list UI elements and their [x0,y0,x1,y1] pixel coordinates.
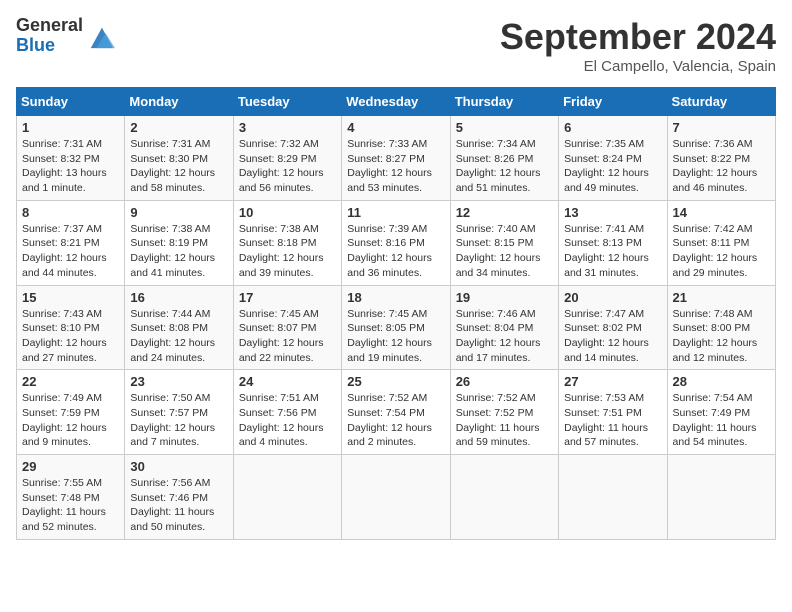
calendar-day: 18Sunrise: 7:45 AM Sunset: 8:05 PM Dayli… [342,285,450,370]
weekday-header: Monday [125,88,233,116]
logo-text: General Blue [16,16,83,56]
calendar-day: 4Sunrise: 7:33 AM Sunset: 8:27 PM Daylig… [342,116,450,201]
calendar-day: 28Sunrise: 7:54 AM Sunset: 7:49 PM Dayli… [667,370,775,455]
calendar-day: 13Sunrise: 7:41 AM Sunset: 8:13 PM Dayli… [559,200,667,285]
weekday-header: Wednesday [342,88,450,116]
calendar-day: 10Sunrise: 7:38 AM Sunset: 8:18 PM Dayli… [233,200,341,285]
calendar-day [667,455,775,540]
month-title: September 2024 [500,16,776,58]
calendar-day: 6Sunrise: 7:35 AM Sunset: 8:24 PM Daylig… [559,116,667,201]
location: El Campello, Valencia, Spain [500,58,776,75]
weekday-header: Friday [559,88,667,116]
calendar-day [559,455,667,540]
calendar-day: 29Sunrise: 7:55 AM Sunset: 7:48 PM Dayli… [17,455,125,540]
weekday-header: Tuesday [233,88,341,116]
logo-icon [87,22,115,50]
calendar-day: 5Sunrise: 7:34 AM Sunset: 8:26 PM Daylig… [450,116,558,201]
weekday-header: Sunday [17,88,125,116]
title-block: September 2024 El Campello, Valencia, Sp… [500,16,776,75]
calendar-day: 7Sunrise: 7:36 AM Sunset: 8:22 PM Daylig… [667,116,775,201]
calendar-day: 25Sunrise: 7:52 AM Sunset: 7:54 PM Dayli… [342,370,450,455]
calendar-header-row: SundayMondayTuesdayWednesdayThursdayFrid… [17,88,776,116]
calendar-table: SundayMondayTuesdayWednesdayThursdayFrid… [16,87,776,540]
calendar-day: 19Sunrise: 7:46 AM Sunset: 8:04 PM Dayli… [450,285,558,370]
calendar-day [233,455,341,540]
calendar-day: 24Sunrise: 7:51 AM Sunset: 7:56 PM Dayli… [233,370,341,455]
page-header: General Blue September 2024 El Campello,… [16,16,776,75]
logo: General Blue [16,16,115,56]
logo-general: General [16,16,83,36]
calendar-day: 12Sunrise: 7:40 AM Sunset: 8:15 PM Dayli… [450,200,558,285]
calendar-day: 9Sunrise: 7:38 AM Sunset: 8:19 PM Daylig… [125,200,233,285]
calendar-day: 8Sunrise: 7:37 AM Sunset: 8:21 PM Daylig… [17,200,125,285]
calendar-day: 2Sunrise: 7:31 AM Sunset: 8:30 PM Daylig… [125,116,233,201]
calendar-day [450,455,558,540]
logo-blue: Blue [16,36,83,56]
calendar-day: 26Sunrise: 7:52 AM Sunset: 7:52 PM Dayli… [450,370,558,455]
calendar-day: 20Sunrise: 7:47 AM Sunset: 8:02 PM Dayli… [559,285,667,370]
calendar-day: 23Sunrise: 7:50 AM Sunset: 7:57 PM Dayli… [125,370,233,455]
calendar-day [342,455,450,540]
calendar-day: 11Sunrise: 7:39 AM Sunset: 8:16 PM Dayli… [342,200,450,285]
weekday-header: Thursday [450,88,558,116]
calendar-day: 14Sunrise: 7:42 AM Sunset: 8:11 PM Dayli… [667,200,775,285]
calendar-day: 27Sunrise: 7:53 AM Sunset: 7:51 PM Dayli… [559,370,667,455]
calendar-day: 16Sunrise: 7:44 AM Sunset: 8:08 PM Dayli… [125,285,233,370]
calendar-day: 30Sunrise: 7:56 AM Sunset: 7:46 PM Dayli… [125,455,233,540]
calendar-day: 17Sunrise: 7:45 AM Sunset: 8:07 PM Dayli… [233,285,341,370]
calendar-day: 3Sunrise: 7:32 AM Sunset: 8:29 PM Daylig… [233,116,341,201]
calendar-day: 21Sunrise: 7:48 AM Sunset: 8:00 PM Dayli… [667,285,775,370]
weekday-header: Saturday [667,88,775,116]
calendar-day: 22Sunrise: 7:49 AM Sunset: 7:59 PM Dayli… [17,370,125,455]
calendar-day: 1Sunrise: 7:31 AM Sunset: 8:32 PM Daylig… [17,116,125,201]
calendar-day: 15Sunrise: 7:43 AM Sunset: 8:10 PM Dayli… [17,285,125,370]
